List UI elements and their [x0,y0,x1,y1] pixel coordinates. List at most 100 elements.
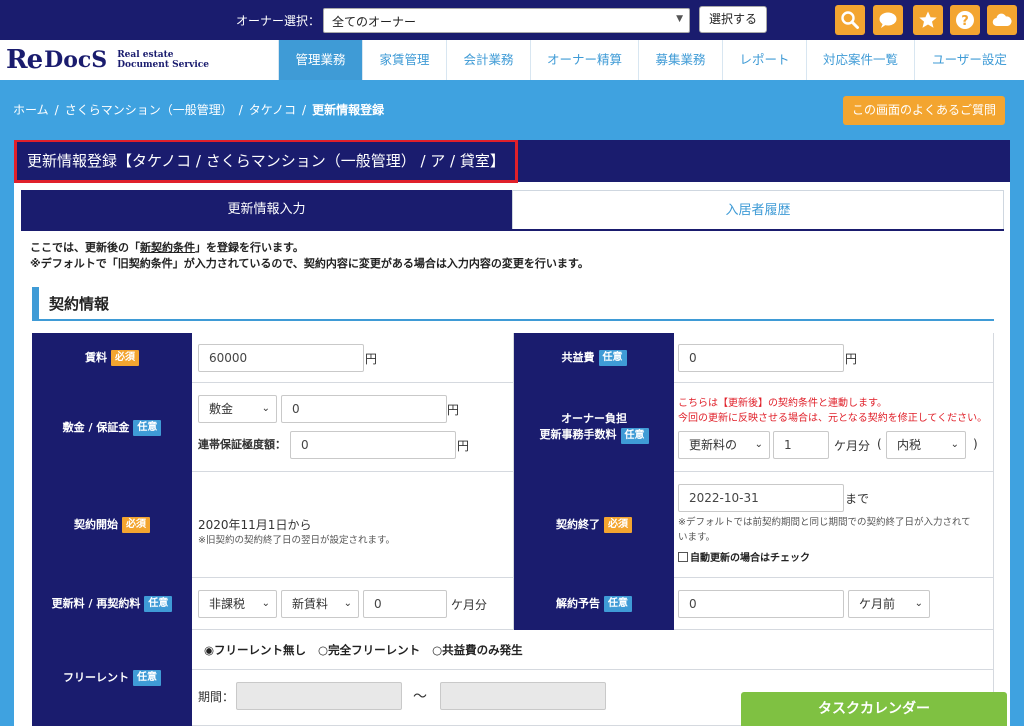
nav-report[interactable]: レポート [722,40,806,80]
auto-renew-label: 自動更新の場合はチェック [690,553,810,564]
free-rent-tilde: ～ [413,689,427,705]
faq-button[interactable]: この画面のよくあるご質問 [843,96,1005,125]
intro-line-1-underlined: 新契約条件 [140,241,195,254]
deposit-type-select[interactable]: 敷金 ⌄ [198,395,277,423]
cloud-button[interactable] [987,5,1017,35]
renewal-fee-value-cell: 非課税 ⌄ 新賃料 ⌄ 0 ケ月分 [192,578,514,630]
renewal-fee-label-cell: 更新料 / 再契約料 任意 [32,578,192,630]
rent-label-cell: 賃料 必須 [32,333,192,383]
free-rent-radio-group: ◉フリーレント無し ○完全フリーレント ○共益費のみ発生 [204,642,523,658]
contract-end-input[interactable]: 2022-10-31 [678,484,844,512]
breadcrumb-property[interactable]: さくらマンション（一般管理） [65,103,233,117]
section-title: 契約情報 [49,295,110,313]
select-owner-button[interactable]: 選択する [699,6,767,33]
joint-guarantee-input[interactable]: 0 [290,431,456,459]
breadcrumb: ホーム / さくらマンション（一般管理） / タケノコ / 更新情報登録 [13,101,384,118]
section-heading: 契約情報 [32,287,994,321]
chat-button[interactable] [873,5,903,35]
help-button[interactable]: ? [950,5,980,35]
breadcrumb-tenant[interactable]: タケノコ [249,103,296,117]
rent-value-cell: 60000 円 [192,333,514,383]
free-rent-end-input[interactable] [440,682,606,710]
star-icon [919,11,937,28]
caret-down-icon: ▼ [676,14,683,24]
required-badge: 必須 [604,517,632,533]
owner-fee-note-1: こちらは【更新後】の契約条件と連動します。 [678,398,887,409]
breadcrumb-separator: / [54,103,59,117]
intro-line-2: ※デフォルトで「旧契約条件」が入力されているので、契約内容に変更がある場合は入力… [30,257,589,270]
deposit-input[interactable]: 0 [281,395,447,423]
chevron-down-icon: ⌄ [950,439,959,450]
optional-badge: 任意 [598,350,627,366]
intro-line-1b: 」を登録を行います。 [195,241,304,254]
task-calendar-button[interactable]: タスクカレンダー [741,692,1007,726]
auto-renew-checkbox[interactable] [678,551,688,562]
renewal-fee-base-select[interactable]: 新賃料 ⌄ [281,590,359,618]
contract-start-value: 2020年11月1日から [198,518,312,532]
auto-renew-option[interactable]: 自動更新の場合はチェック [678,549,810,564]
chevron-down-icon: ⌄ [754,439,763,450]
section-bar [32,287,39,319]
contract-start-label: 契約開始 [74,518,118,531]
common-fee-value-cell: 0 円 [674,333,994,383]
cloud-icon [992,13,1012,27]
contract-end-label: 契約終了 [556,518,600,531]
free-rent-radio-common-only[interactable]: ○共益費のみ発生 [432,642,523,658]
nav-user-settings[interactable]: ユーザー設定 [914,40,1024,80]
favorite-button[interactable] [913,5,943,35]
tab-tenant-history[interactable]: 入居者履歴 [512,190,1004,230]
notice-value-cell: 0 ケ月前 ⌄ [674,578,994,630]
intro-text: ここでは、更新後の「新契約条件」を登録を行います。 ※デフォルトで「旧契約条件」… [30,240,589,272]
owner-fee-tax-select[interactable]: 内税 ⌄ [886,431,966,459]
nav-yachin[interactable]: 家賃管理 [362,40,446,80]
notice-input[interactable]: 0 [678,590,844,618]
owner-select-label: オーナー選択： [236,14,321,28]
intro-line-1: ここでは、更新後の「新契約条件」を登録を行います。 [30,240,589,256]
tab-renewal-input[interactable]: 更新情報入力 [21,190,512,230]
notice-unit-value: ケ月前 [859,597,896,611]
nav-owner-seisan[interactable]: オーナー精算 [530,40,638,80]
free-rent-start-input[interactable] [236,682,402,710]
contract-end-until: まで [845,492,870,506]
renewal-fee-input[interactable]: 0 [363,590,447,618]
owner-fee-label-line1: オーナー負担 [561,412,627,425]
optional-badge: 任意 [144,596,173,612]
renewal-fee-tax-select[interactable]: 非課税 ⌄ [198,590,277,618]
common-fee-input[interactable]: 0 [678,344,844,372]
deposit-label-cell: 敷金 / 保証金 任意 [32,383,192,472]
owner-select[interactable]: 全てのオーナー ▼ [323,8,690,33]
nav-kanri[interactable]: 管理業務 [278,40,362,80]
deposit-type-value: 敷金 [209,402,234,416]
rent-input[interactable]: 60000 [198,344,364,372]
owner-fee-base-value: 更新料の [689,438,738,452]
main-nav: Re DocS Real estate Document Service 管理業… [0,40,1024,80]
nav-kaikei[interactable]: 会計業務 [446,40,530,80]
contract-end-note-2: います。 [678,532,716,543]
owner-select-value: 全てのオーナー [332,15,417,29]
nav-boshu[interactable]: 募集業務 [638,40,722,80]
breadcrumb-home[interactable]: ホーム [13,103,49,117]
owner-fee-base-select[interactable]: 更新料の ⌄ [678,431,770,459]
required-badge: 必須 [122,517,150,533]
free-rent-label: フリーレント [63,671,129,684]
chevron-down-icon: ⌄ [261,598,270,609]
redocs-logo[interactable]: Re DocS Real estate Document Service [6,43,209,77]
owner-fee-note-2: 今回の更新に反映させる場合は、元となる契約を修正してください。 [678,413,988,424]
required-badge: 必須 [111,350,139,366]
nav-case-list[interactable]: 対応案件一覧 [806,40,914,80]
breadcrumb-separator: / [238,103,243,117]
owner-fee-months-input[interactable]: 1 [773,431,829,459]
search-button[interactable] [835,5,865,35]
owner-fee-label-cell: オーナー負担 更新事務手数料 任意 [514,383,674,472]
logo-docs: DocS [44,47,108,73]
contract-end-note-1: ※デフォルトでは前契約期間と同じ期間での契約終了日が入力されて [678,517,971,528]
free-rent-radio-full-label: 完全フリーレント [328,643,421,657]
free-rent-radio-none[interactable]: ◉フリーレント無し [204,642,306,658]
contract-start-label-cell: 契約開始 必須 [32,472,192,578]
renewal-fee-unit: ケ月分 [451,598,488,612]
logo-subtitle-line1: Real estate [117,50,174,60]
tab-underline [21,229,1004,231]
free-rent-radio-full[interactable]: ○完全フリーレント [318,642,420,658]
notice-unit-select[interactable]: ケ月前 ⌄ [848,590,930,618]
owner-fee-label: オーナー負担 更新事務手数料 任意 [540,411,649,444]
